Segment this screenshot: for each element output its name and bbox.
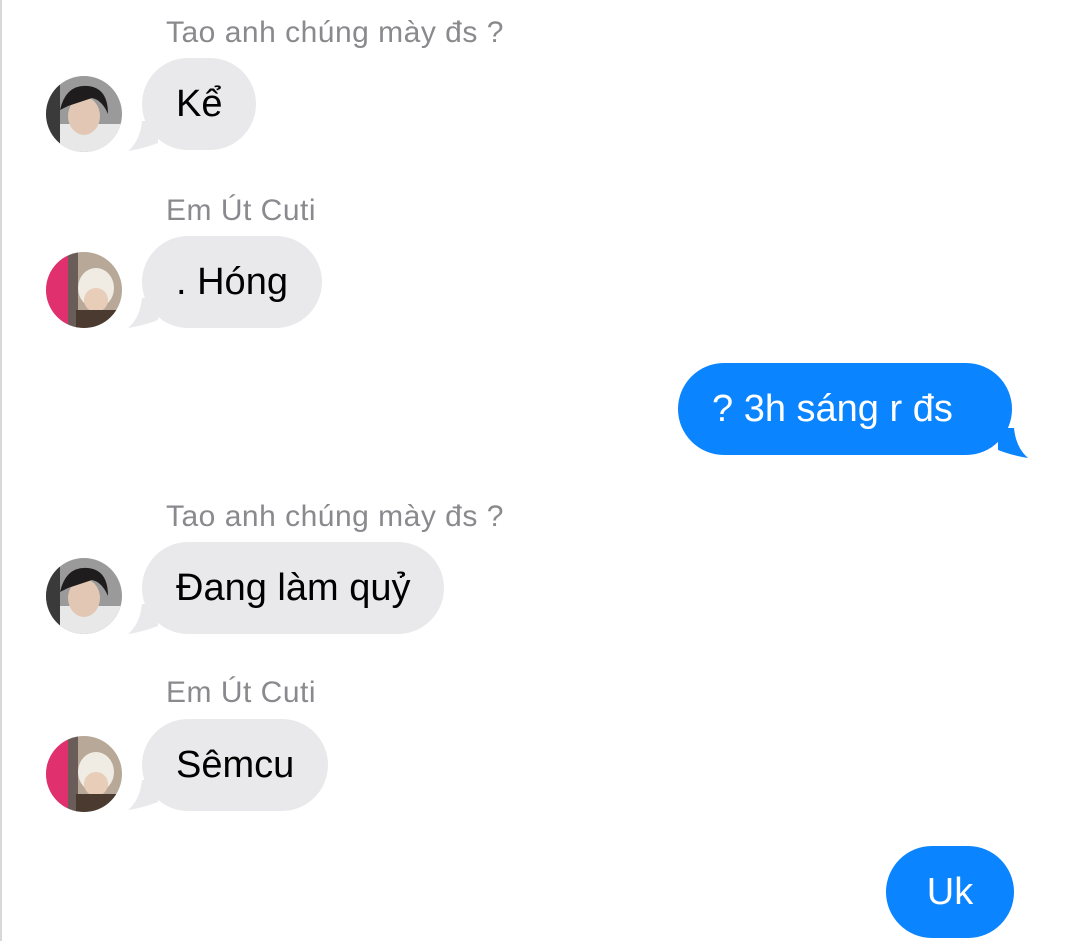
message-bubble-outgoing[interactable]: ? 3h sáng r đs	[678, 363, 1012, 455]
sender-name: Em Út Cuti	[166, 194, 317, 227]
sender-name: Em Út Cuti	[166, 676, 317, 709]
avatar-em-ut[interactable]	[46, 252, 122, 328]
sender-name: Tao anh chúng mày đs ?	[166, 16, 504, 49]
message-bubble-incoming[interactable]: Kể	[142, 58, 257, 150]
message-bubble-outgoing[interactable]: Uk	[886, 846, 1014, 938]
message-text: . Hóng	[176, 260, 288, 303]
screen-left-edge	[0, 0, 2, 941]
message-bubble-incoming[interactable]: Đang làm quỷ	[142, 542, 445, 634]
message-text: Kể	[176, 82, 223, 125]
message-text: Sêmcu	[176, 743, 295, 786]
message-text: Uk	[926, 870, 974, 913]
sender-name: Tao anh chúng mày đs ?	[166, 500, 504, 533]
avatar-em-ut[interactable]	[46, 736, 122, 812]
message-bubble-incoming[interactable]: Sêmcu	[142, 719, 329, 811]
message-text: ? 3h sáng r đs	[712, 387, 953, 430]
message-bubble-incoming[interactable]: . Hóng	[142, 236, 322, 328]
message-text: Đang làm quỷ	[176, 566, 411, 609]
avatar-tao-anh[interactable]	[46, 558, 122, 634]
avatar-tao-anh[interactable]	[46, 76, 122, 152]
